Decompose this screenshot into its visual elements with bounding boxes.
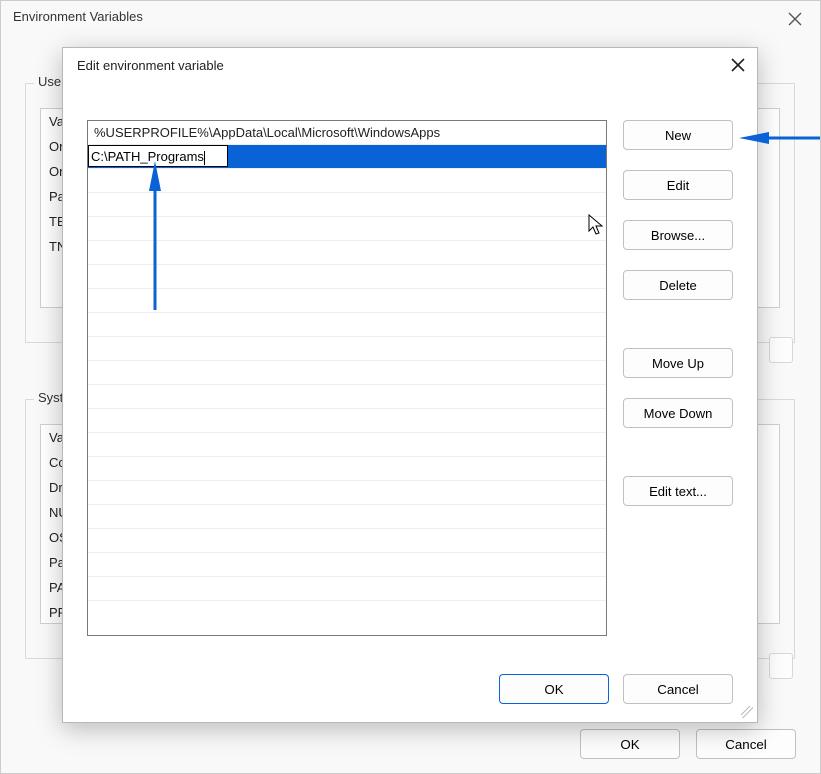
delete-button[interactable]: Delete: [623, 270, 733, 300]
parent-ok-button[interactable]: OK: [580, 729, 680, 759]
ok-button[interactable]: OK: [499, 674, 609, 704]
parent-cancel-button[interactable]: Cancel: [696, 729, 796, 759]
cancel-button[interactable]: Cancel: [623, 674, 733, 704]
text-caret: [204, 151, 205, 165]
close-icon[interactable]: [780, 7, 810, 34]
list-item[interactable]: [88, 457, 606, 481]
list-item[interactable]: [88, 409, 606, 433]
env-vars-title: Environment Variables: [13, 9, 143, 24]
list-item[interactable]: [88, 577, 606, 601]
list-item[interactable]: [88, 433, 606, 457]
edit-button[interactable]: Edit: [623, 170, 733, 200]
list-item[interactable]: [88, 169, 606, 193]
edit-env-var-title: Edit environment variable: [77, 58, 224, 73]
list-item[interactable]: [88, 193, 606, 217]
list-item[interactable]: [88, 313, 606, 337]
new-button[interactable]: New: [623, 120, 733, 150]
list-item[interactable]: [88, 217, 606, 241]
resize-grip-icon[interactable]: [741, 706, 753, 718]
list-item[interactable]: [88, 385, 606, 409]
path-entries-list[interactable]: %USERPROFILE%\AppData\Local\Microsoft\Wi…: [87, 120, 607, 636]
move-up-button[interactable]: Move Up: [623, 348, 733, 378]
list-item[interactable]: [88, 289, 606, 313]
edit-text-button[interactable]: Edit text...: [623, 476, 733, 506]
path-edit-input: C:\PATH_Programs: [88, 145, 228, 167]
list-item[interactable]: [88, 553, 606, 577]
list-item[interactable]: [88, 481, 606, 505]
close-icon[interactable]: [731, 58, 745, 75]
list-item[interactable]: [88, 265, 606, 289]
path-edit-value[interactable]: C:\PATH_Programs: [91, 149, 204, 164]
list-item[interactable]: [88, 337, 606, 361]
list-item[interactable]: [88, 505, 606, 529]
list-item[interactable]: [88, 361, 606, 385]
ghost-button: [769, 337, 793, 363]
list-item[interactable]: [88, 529, 606, 553]
list-item-editing[interactable]: C:\PATH_Programs: [88, 145, 606, 169]
move-down-button[interactable]: Move Down: [623, 398, 733, 428]
browse-button[interactable]: Browse...: [623, 220, 733, 250]
list-item[interactable]: %USERPROFILE%\AppData\Local\Microsoft\Wi…: [88, 121, 606, 145]
ghost-button: [769, 653, 793, 679]
edit-env-var-dialog: Edit environment variable %USERPROFILE%\…: [62, 47, 758, 723]
list-item[interactable]: [88, 241, 606, 265]
